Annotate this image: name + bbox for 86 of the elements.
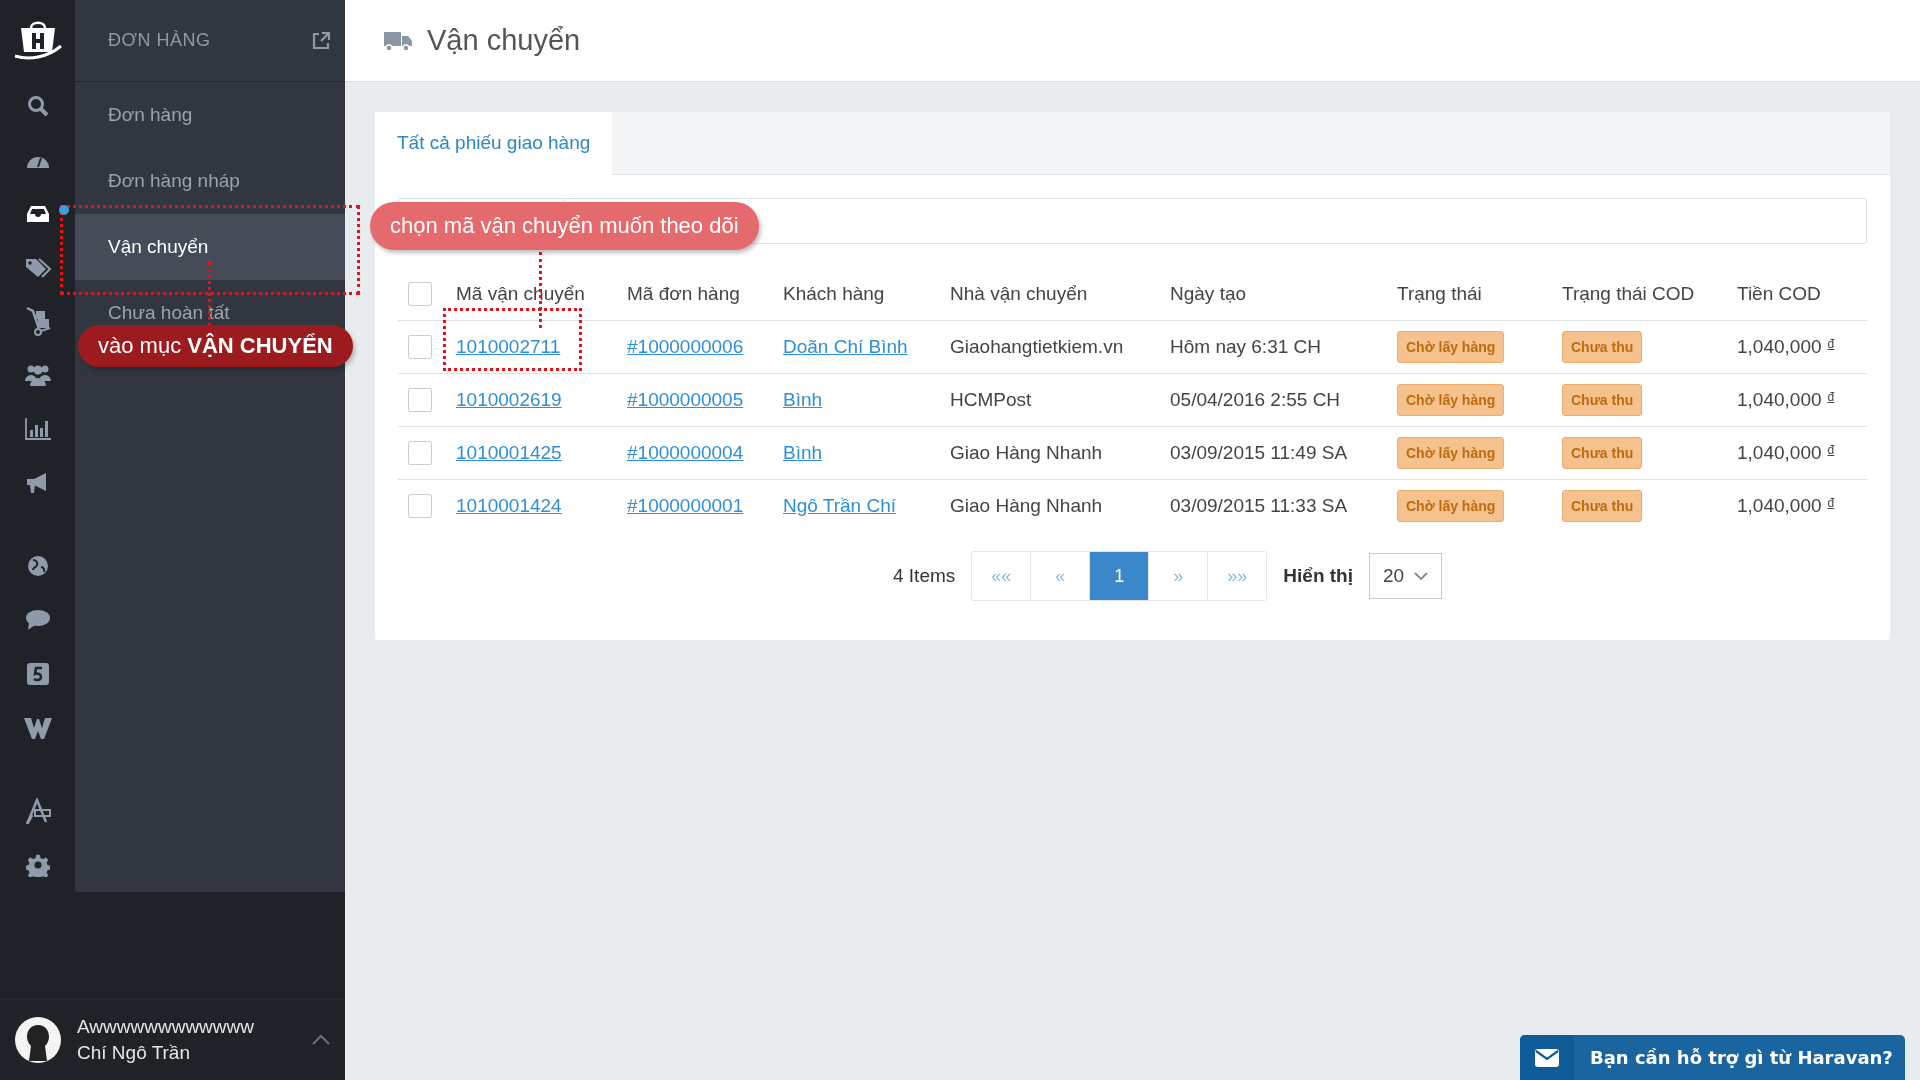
chevron-up-icon[interactable] [312, 1034, 330, 1046]
bar-chart-icon[interactable] [24, 417, 51, 440]
page-title: Vận chuyển [427, 24, 581, 57]
order-link[interactable]: #1000000006 [627, 336, 744, 357]
column-header: Mã đơn hàng [627, 283, 740, 304]
column-header: Tiền COD [1737, 283, 1821, 304]
callout-tooltip: vào mục VẬN CHUYỂN [78, 325, 353, 367]
table-cell: 03/09/2015 11:33 SA [1160, 479, 1387, 532]
globe-icon[interactable] [26, 555, 49, 578]
shipment-link[interactable]: 1010002619 [456, 389, 562, 410]
tags-icon[interactable] [24, 256, 51, 279]
cod-status-badge: Chưa thu [1562, 384, 1643, 416]
column-header: Ngày tạo [1170, 283, 1247, 304]
order-link[interactable]: #1000000004 [627, 442, 744, 463]
truck-icon [383, 29, 413, 52]
settings-icon[interactable] [25, 853, 50, 878]
table-cell: 05/04/2016 2:55 CH [1160, 373, 1387, 427]
column-header: Trạng thái COD [1562, 283, 1695, 304]
currency-sign: đ [1827, 337, 1835, 351]
marker-dot [59, 205, 69, 215]
status-badge: Chờ lấy hàng [1397, 331, 1505, 363]
brush-ruler-icon[interactable] [24, 798, 51, 825]
shipment-link[interactable]: 1010001424 [456, 495, 562, 516]
chevron-down-icon [1414, 571, 1429, 581]
checkbox[interactable] [408, 494, 432, 518]
cod-status-badge: Chưa thu [1562, 331, 1643, 363]
callout-tooltip: chọn mã vận chuyển muốn theo dõi [370, 202, 759, 250]
w-letter-icon[interactable] [23, 716, 52, 739]
checkbox[interactable] [408, 388, 432, 412]
table-cell: Giaohangtietkiem.vn [940, 320, 1160, 374]
page-button[interactable]: »» [1207, 552, 1267, 600]
cod-status-badge: Chưa thu [1562, 490, 1643, 522]
order-link[interactable]: #1000000001 [627, 495, 744, 516]
checkbox[interactable] [408, 441, 432, 465]
shipment-link[interactable]: 1010002711 [456, 336, 561, 357]
page-size-select[interactable]: 20 [1369, 553, 1442, 599]
store-name: Awwwwwwwwwwww [77, 1016, 255, 1038]
external-link-icon[interactable] [311, 30, 331, 51]
column-header: Trạng thái [1397, 283, 1482, 304]
table-cell: Giao Hàng Nhanh [940, 479, 1160, 532]
table-cell: 03/09/2015 11:49 SA [1160, 426, 1387, 480]
shipment-link[interactable]: 1010001425 [456, 442, 562, 463]
hand-truck-icon[interactable] [24, 306, 51, 337]
tab[interactable]: Tất cả phiếu giao hàng [375, 112, 613, 175]
users-icon[interactable] [24, 364, 51, 387]
page-button[interactable]: » [1148, 552, 1208, 600]
column-header: Khách hàng [783, 283, 885, 304]
status-badge: Chờ lấy hàng [1397, 384, 1505, 416]
order-link[interactable]: #1000000005 [627, 389, 744, 410]
table-cell: HCMPost [940, 373, 1160, 427]
column-header: Nhà vận chuyển [950, 283, 1088, 304]
square-five-icon[interactable] [26, 662, 49, 685]
checkbox[interactable] [408, 335, 432, 359]
table-cell: Hôm nay 6:31 CH [1160, 320, 1387, 374]
customer-link[interactable]: Doãn Chí Bình [783, 336, 908, 357]
amount-text: 1,040,000 [1737, 442, 1822, 463]
currency-sign: đ [1827, 496, 1835, 510]
table-cell: Giao Hàng Nhanh [940, 426, 1160, 480]
status-badge: Chờ lấy hàng [1397, 490, 1505, 522]
amount-text: 1,040,000 [1737, 389, 1822, 410]
amount-text: 1,040,000 [1737, 495, 1822, 516]
column-header: Mã vận chuyển [456, 283, 585, 304]
currency-sign: đ [1827, 443, 1835, 457]
customer-link[interactable]: Bình [783, 442, 823, 463]
customer-link[interactable]: Bình [783, 389, 823, 410]
help-bar[interactable]: Bạn cần hỗ trợ gì từ Haravan? [1520, 1035, 1905, 1080]
envelope-icon [1535, 1048, 1559, 1067]
page-button[interactable]: 1 [1089, 552, 1149, 600]
item-count: 4 Items [893, 565, 956, 587]
page-size-label: Hiển thị [1283, 565, 1353, 587]
search-icon[interactable] [26, 95, 49, 118]
inbox-icon[interactable] [26, 204, 49, 223]
page-button[interactable]: «« [972, 552, 1031, 600]
menu-item[interactable]: Đơn hàng nháp [75, 148, 345, 214]
customer-link[interactable]: Ngô Trần Chí [783, 495, 896, 516]
amount-text: 1,040,000 [1737, 336, 1822, 357]
status-badge: Chờ lấy hàng [1397, 437, 1505, 469]
currency-sign: đ [1827, 390, 1835, 404]
checkbox[interactable] [408, 282, 432, 306]
user-name: Chí Ngô Trần [77, 1042, 191, 1064]
cod-status-badge: Chưa thu [1562, 437, 1643, 469]
avatar[interactable] [15, 1017, 61, 1063]
menu-item[interactable]: Vận chuyển [75, 214, 345, 280]
section-title: ĐƠN HÀNG [108, 30, 211, 51]
speech-bubble-icon[interactable] [25, 610, 50, 631]
menu-item[interactable]: Đơn hàng [75, 82, 345, 148]
